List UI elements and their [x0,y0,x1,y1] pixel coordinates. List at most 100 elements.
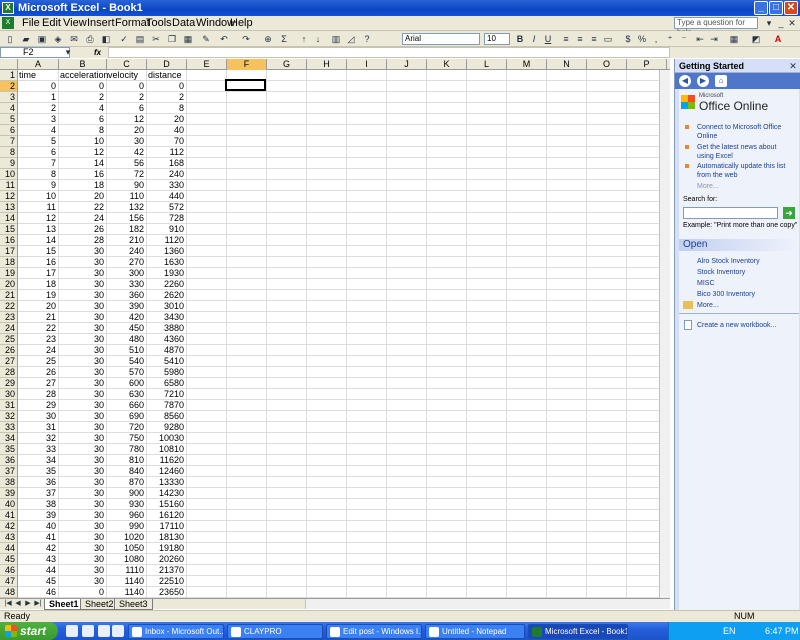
empty-cell[interactable] [347,147,387,158]
data-cell[interactable]: 14 [59,158,107,169]
empty-cell[interactable] [307,92,347,103]
empty-cell[interactable] [347,422,387,433]
empty-cell[interactable] [267,400,307,411]
empty-cell[interactable] [227,367,267,378]
empty-cell[interactable] [227,257,267,268]
empty-cell[interactable] [427,477,467,488]
start-button[interactable]: start [0,622,58,640]
empty-cell[interactable] [187,125,227,136]
format-painter-icon[interactable]: ✎ [200,33,212,45]
empty-cell[interactable] [507,411,547,422]
empty-cell[interactable] [347,279,387,290]
percent-icon[interactable]: % [636,33,648,45]
data-cell[interactable]: 2 [18,103,59,114]
empty-cell[interactable] [547,543,587,554]
data-cell[interactable]: 30 [59,246,107,257]
row-header[interactable]: 45 [0,554,18,565]
empty-cell[interactable] [347,345,387,356]
empty-cell[interactable] [227,411,267,422]
empty-cell[interactable] [467,378,507,389]
data-cell[interactable]: 30 [59,356,107,367]
empty-cell[interactable] [347,70,387,81]
empty-cell[interactable] [307,268,347,279]
empty-cell[interactable] [347,466,387,477]
empty-cell[interactable] [467,565,507,576]
data-cell[interactable]: 8 [59,125,107,136]
empty-cell[interactable] [227,576,267,587]
empty-cell[interactable] [187,455,227,466]
empty-cell[interactable] [507,246,547,257]
data-cell[interactable]: 20 [59,191,107,202]
empty-cell[interactable] [267,114,307,125]
empty-cell[interactable] [347,114,387,125]
comma-icon[interactable]: , [650,33,662,45]
data-cell[interactable]: 11620 [147,455,187,466]
empty-cell[interactable] [307,70,347,81]
data-cell[interactable]: 3430 [147,312,187,323]
empty-cell[interactable] [587,378,627,389]
empty-cell[interactable] [307,499,347,510]
data-cell[interactable]: 30 [59,422,107,433]
empty-cell[interactable] [587,422,627,433]
row-header[interactable]: 16 [0,235,18,246]
data-cell[interactable]: 8 [147,103,187,114]
empty-cell[interactable] [387,554,427,565]
empty-cell[interactable] [427,488,467,499]
empty-cell[interactable] [427,268,467,279]
empty-cell[interactable] [427,510,467,521]
empty-cell[interactable] [267,202,307,213]
empty-cell[interactable] [547,587,587,598]
font-name-select[interactable]: Arial [402,33,480,45]
empty-cell[interactable] [267,191,307,202]
data-cell[interactable]: 30 [59,521,107,532]
spelling-icon[interactable]: ✓ [118,33,130,45]
empty-cell[interactable] [427,136,467,147]
empty-cell[interactable] [387,301,427,312]
empty-cell[interactable] [347,268,387,279]
ask-dropdown-icon[interactable]: ▾ [763,17,775,29]
data-cell[interactable]: 30 [59,466,107,477]
empty-cell[interactable] [547,356,587,367]
empty-cell[interactable] [187,70,227,81]
empty-cell[interactable] [467,169,507,180]
empty-cell[interactable] [347,378,387,389]
data-cell[interactable]: 3 [18,114,59,125]
empty-cell[interactable] [547,334,587,345]
empty-cell[interactable] [467,103,507,114]
empty-cell[interactable] [507,422,547,433]
empty-cell[interactable] [347,312,387,323]
header-cell[interactable]: acceleration [59,70,109,81]
empty-cell[interactable] [587,356,627,367]
empty-cell[interactable] [307,279,347,290]
empty-cell[interactable] [307,202,347,213]
empty-cell[interactable] [467,521,507,532]
data-cell[interactable]: 10030 [147,433,187,444]
empty-cell[interactable] [547,477,587,488]
empty-cell[interactable] [187,510,227,521]
empty-cell[interactable] [187,279,227,290]
data-cell[interactable]: 390 [107,301,147,312]
empty-cell[interactable] [587,81,627,92]
data-cell[interactable]: 20 [147,114,187,125]
empty-cell[interactable] [267,323,307,334]
data-cell[interactable]: 29 [18,400,59,411]
empty-cell[interactable] [187,169,227,180]
data-cell[interactable]: 5980 [147,367,187,378]
empty-cell[interactable] [187,92,227,103]
empty-cell[interactable] [387,202,427,213]
data-cell[interactable]: 420 [107,312,147,323]
empty-cell[interactable] [547,565,587,576]
empty-cell[interactable] [347,356,387,367]
empty-cell[interactable] [547,389,587,400]
empty-cell[interactable] [547,224,587,235]
empty-cell[interactable] [387,455,427,466]
empty-cell[interactable] [547,191,587,202]
empty-cell[interactable] [307,378,347,389]
empty-cell[interactable] [387,345,427,356]
data-cell[interactable]: 17 [18,268,59,279]
empty-cell[interactable] [467,543,507,554]
empty-cell[interactable] [387,587,427,598]
empty-cell[interactable] [307,301,347,312]
data-cell[interactable]: 182 [107,224,147,235]
empty-cell[interactable] [347,92,387,103]
